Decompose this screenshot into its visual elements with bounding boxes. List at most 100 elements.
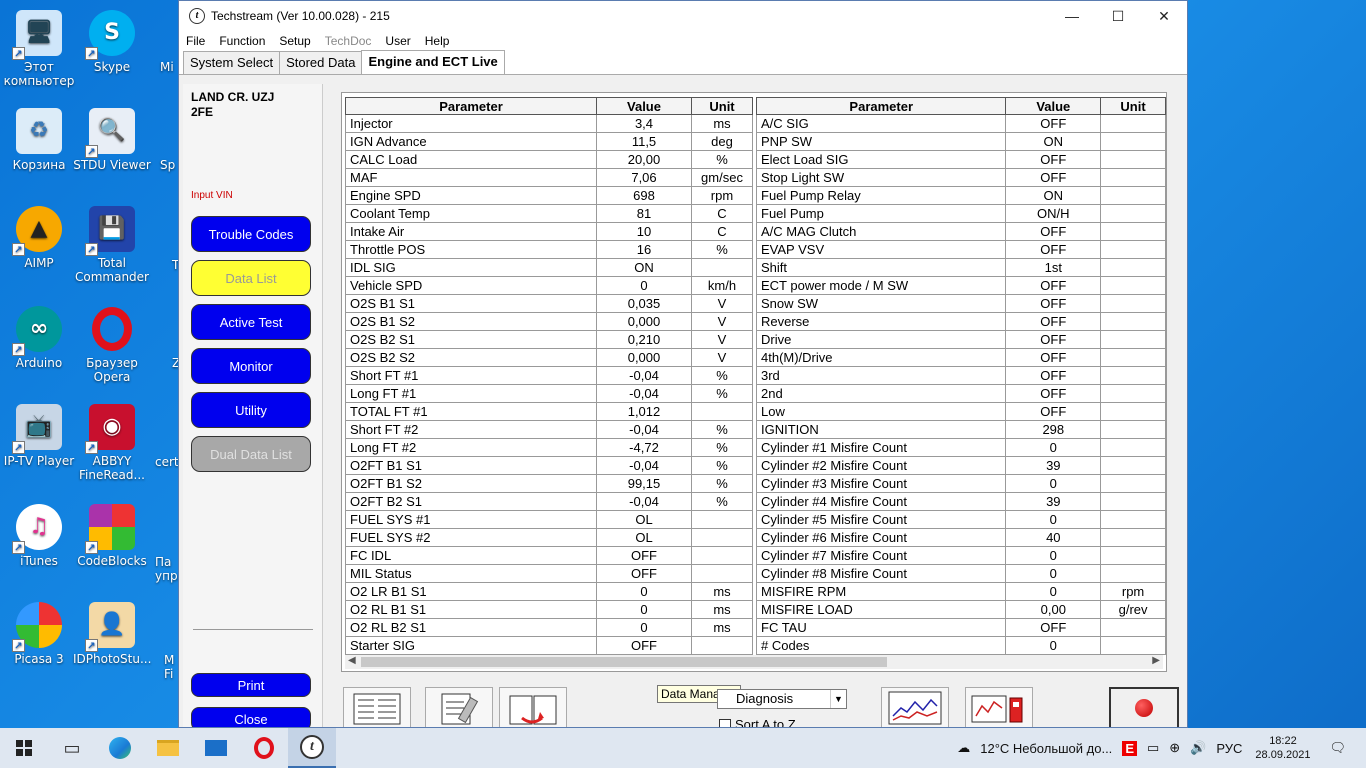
sort-checkbox[interactable]: [719, 718, 731, 727]
table-row[interactable]: O2S B2 S1 0,210 V: [345, 330, 753, 349]
table-row[interactable]: MISFIRE LOAD 0,00 g/rev: [755, 600, 1166, 619]
table-row[interactable]: FUEL SYS #2 OL: [345, 528, 753, 547]
table-row[interactable]: Reverse OFF: [755, 312, 1166, 331]
tab-stored-data[interactable]: Stored Data: [279, 51, 363, 74]
table-row[interactable]: Fuel Pump Relay ON: [755, 186, 1166, 205]
minimize-icon[interactable]: —: [1049, 1, 1095, 31]
table-row[interactable]: Coolant Temp 81 C: [345, 204, 753, 223]
language-indicator[interactable]: РУС: [1216, 741, 1242, 756]
table-row[interactable]: Cylinder #7 Misfire Count 0: [755, 546, 1166, 565]
desktop-icon-itunes[interactable]: ♫ ↗ iTunes: [0, 504, 78, 568]
maximize-icon[interactable]: ☐: [1095, 1, 1141, 31]
input-vin-link[interactable]: Input VIN: [191, 190, 233, 201]
trouble-codes-button[interactable]: Trouble Codes: [191, 216, 311, 252]
table-row[interactable]: A/C MAG Clutch OFF: [755, 222, 1166, 241]
tab-system-select[interactable]: System Select: [183, 51, 281, 74]
table-row[interactable]: Snow SW OFF: [755, 294, 1166, 313]
menu-techdoc[interactable]: TechDoc: [325, 34, 372, 48]
column-header-value[interactable]: Value: [596, 97, 692, 115]
column-header-unit[interactable]: Unit: [1100, 97, 1166, 115]
table-row[interactable]: IGN Advance 11,5 deg: [345, 132, 753, 151]
graph-button[interactable]: [881, 687, 949, 727]
active-test-button[interactable]: Active Test: [191, 304, 311, 340]
volume-icon[interactable]: 🔊: [1190, 740, 1206, 756]
table-row[interactable]: O2 RL B2 S1 0 ms: [345, 618, 753, 637]
table-row[interactable]: Shift 1st: [755, 258, 1166, 277]
table-row[interactable]: O2 LR B1 S1 0 ms: [345, 582, 753, 601]
table-row[interactable]: Cylinder #3 Misfire Count 0: [755, 474, 1166, 493]
menu-user[interactable]: User: [385, 34, 410, 48]
table-row[interactable]: Short FT #2 -0,04%: [345, 420, 753, 439]
table-row[interactable]: 3rd OFF: [755, 366, 1166, 385]
column-header-unit[interactable]: Unit: [691, 97, 753, 115]
horizontal-scrollbar[interactable]: ◀ ▶: [345, 655, 1163, 669]
antivirus-icon[interactable]: E: [1122, 740, 1137, 756]
table-row[interactable]: FC IDL OFF: [345, 546, 753, 565]
table-row[interactable]: # Codes 0: [755, 636, 1166, 655]
table-row[interactable]: IGNITION 298: [755, 420, 1166, 439]
desktop-icon-iptv[interactable]: 📺 ↗ IP-TV Player: [0, 404, 78, 468]
sort-a-to-z-option[interactable]: Sort A to Z: [719, 717, 796, 727]
table-row[interactable]: Low OFF: [755, 402, 1166, 421]
list-view-button[interactable]: [343, 687, 411, 727]
table-row[interactable]: MIL Status OFF: [345, 564, 753, 583]
table-row[interactable]: Fuel Pump ON/H: [755, 204, 1166, 223]
table-row[interactable]: PNP SW ON: [755, 132, 1166, 151]
scroll-left-icon[interactable]: ◀: [348, 655, 356, 666]
data-list-button[interactable]: Data List: [191, 260, 311, 296]
scroll-right-icon[interactable]: ▶: [1152, 655, 1160, 666]
table-row[interactable]: FUEL SYS #1 OL: [345, 510, 753, 529]
edit-list-button[interactable]: [425, 687, 493, 727]
file-explorer-icon[interactable]: [144, 728, 192, 768]
table-row[interactable]: CALC Load 20,00%: [345, 150, 753, 169]
desktop-icon-recycle-bin[interactable]: ♻ Корзина: [0, 108, 78, 172]
table-row[interactable]: Cylinder #5 Misfire Count 0: [755, 510, 1166, 529]
scrollbar-thumb[interactable]: [361, 657, 887, 667]
desktop-icon-this-pc[interactable]: 🖥 ↗ Этот компьютер: [0, 10, 78, 88]
weather-text[interactable]: 12°C Небольшой до...: [980, 741, 1112, 756]
table-row[interactable]: EVAP VSV OFF: [755, 240, 1166, 259]
windows-start-icon[interactable]: [0, 728, 48, 768]
table-row[interactable]: O2FT B1 S1 -0,04%: [345, 456, 753, 475]
table-row[interactable]: 2nd OFF: [755, 384, 1166, 403]
table-row[interactable]: TOTAL FT #1 1,012: [345, 402, 753, 421]
title-bar[interactable]: t Techstream (Ver 10.00.028) - 215 — ☐ ✕: [179, 1, 1187, 31]
column-header-parameter[interactable]: Parameter: [345, 97, 597, 115]
table-row[interactable]: MISFIRE RPM 0 rpm: [755, 582, 1166, 601]
column-header-value[interactable]: Value: [1005, 97, 1102, 115]
table-row[interactable]: Cylinder #1 Misfire Count 0: [755, 438, 1166, 457]
menu-function[interactable]: Function: [219, 34, 265, 48]
table-row[interactable]: ECT power mode / M SW OFF: [755, 276, 1166, 295]
table-row[interactable]: Intake Air 10 C: [345, 222, 753, 241]
table-row[interactable]: O2FT B2 S1 -0,04%: [345, 492, 753, 511]
table-row[interactable]: Long FT #2 -4,72%: [345, 438, 753, 457]
opera-taskbar-icon[interactable]: [240, 728, 288, 768]
mail-icon[interactable]: [192, 728, 240, 768]
techstream-taskbar-icon[interactable]: t: [288, 728, 336, 768]
task-view-icon[interactable]: ▭: [48, 728, 96, 768]
close-button[interactable]: Close: [191, 707, 311, 727]
dual-data-list-button[interactable]: Dual Data List: [191, 436, 311, 472]
monitor-button[interactable]: Monitor: [191, 348, 311, 384]
battery-icon[interactable]: ▭: [1147, 740, 1159, 756]
record-button[interactable]: [1109, 687, 1179, 727]
table-row[interactable]: Throttle POS 16%: [345, 240, 753, 259]
table-row[interactable]: O2S B2 S2 0,000 V: [345, 348, 753, 367]
desktop-icon-total-commander[interactable]: 💾 ↗ Total Commander: [73, 206, 151, 284]
table-row[interactable]: IDL SIG ON: [345, 258, 753, 277]
table-row[interactable]: O2S B1 S2 0,000 V: [345, 312, 753, 331]
table-row[interactable]: Short FT #1 -0,04%: [345, 366, 753, 385]
menu-file[interactable]: File: [186, 34, 205, 48]
fuel-monitor-button[interactable]: [965, 687, 1033, 727]
table-row[interactable]: Drive OFF: [755, 330, 1166, 349]
desktop-icon-arduino[interactable]: ∞ ↗ Arduino: [0, 306, 78, 370]
table-row[interactable]: Injector 3,4 ms: [345, 114, 753, 133]
menu-setup[interactable]: Setup: [279, 34, 310, 48]
desktop-icon-codeblocks[interactable]: ↗ CodeBlocks: [73, 504, 151, 568]
table-row[interactable]: MAF 7,06 gm/sec: [345, 168, 753, 187]
table-row[interactable]: Cylinder #6 Misfire Count 40: [755, 528, 1166, 547]
table-row[interactable]: Long FT #1 -0,04%: [345, 384, 753, 403]
weather-cloud-icon[interactable]: ☁: [957, 740, 970, 756]
notifications-icon[interactable]: 🗨: [1329, 740, 1346, 756]
table-row[interactable]: 4th(M)/Drive OFF: [755, 348, 1166, 367]
